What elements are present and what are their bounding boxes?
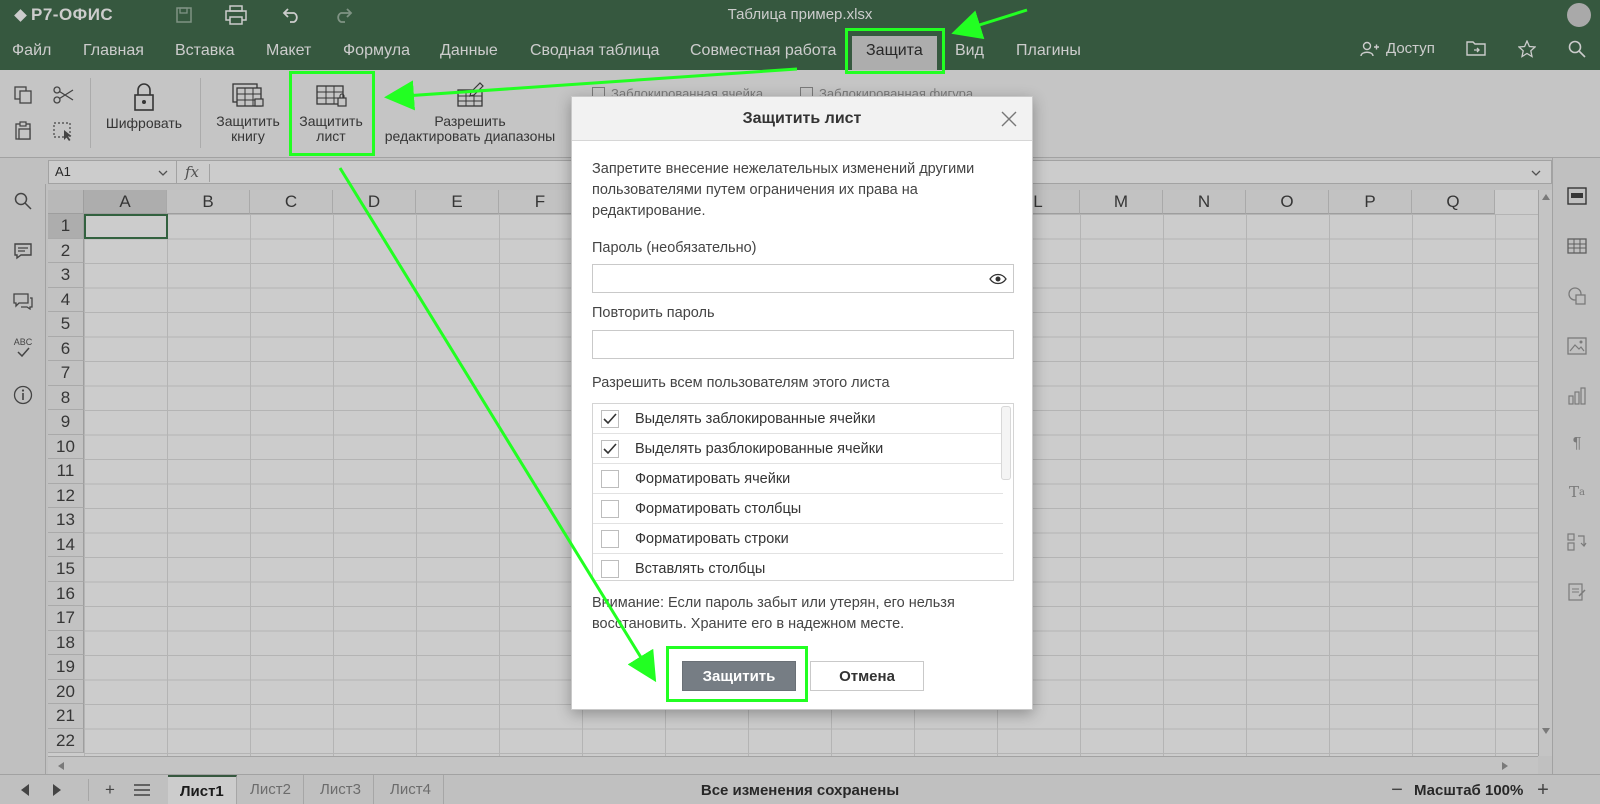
permissions-list[interactable]: Выделять заблокированные ячейки Выделять… xyxy=(592,403,1014,581)
permission-label: Форматировать строки xyxy=(635,530,789,547)
repeat-password-label: Повторить пароль xyxy=(592,305,715,321)
permission-label: Форматировать столбцы xyxy=(635,500,802,517)
checkbox[interactable] xyxy=(601,469,619,488)
checkmark-icon xyxy=(603,412,617,424)
protect-sheet-dialog: Защитить лист Запретите внесение нежелат… xyxy=(571,96,1033,710)
permission-label: Форматировать ячейки xyxy=(635,470,791,487)
checkbox[interactable] xyxy=(601,499,619,518)
checkbox[interactable] xyxy=(601,529,619,548)
password-label: Пароль (необязательно) xyxy=(592,240,757,256)
checkbox[interactable] xyxy=(601,559,619,578)
permission-item[interactable]: Вставлять столбцы xyxy=(593,554,1003,580)
permission-item[interactable]: Форматировать столбцы xyxy=(593,494,1003,524)
cancel-button[interactable]: Отмена xyxy=(810,661,924,691)
permission-label: Вставлять столбцы xyxy=(635,560,766,577)
close-icon[interactable] xyxy=(1000,110,1018,128)
checkbox[interactable] xyxy=(601,439,619,458)
permission-item[interactable]: Форматировать строки xyxy=(593,524,1003,554)
permissions-scrollbar[interactable] xyxy=(1001,406,1011,480)
permission-item[interactable]: Выделять заблокированные ячейки xyxy=(593,404,1003,434)
permission-item[interactable]: Выделять разблокированные ячейки xyxy=(593,434,1003,464)
permission-label: Выделять заблокированные ячейки xyxy=(635,410,876,427)
permission-item[interactable]: Форматировать ячейки xyxy=(593,464,1003,494)
permission-label: Выделять разблокированные ячейки xyxy=(635,440,884,457)
dialog-title: Защитить лист xyxy=(572,97,1032,141)
protect-button[interactable]: Защитить xyxy=(682,661,796,691)
checkbox[interactable] xyxy=(601,409,619,428)
password-warning: Внимание: Если пароль забыт или утерян, … xyxy=(592,595,955,632)
password-field[interactable] xyxy=(592,264,1014,293)
permissions-label: Разрешить всем пользователям этого листа xyxy=(592,375,890,391)
checkmark-icon xyxy=(603,442,617,454)
eye-icon[interactable] xyxy=(989,271,1007,287)
dialog-description: Запретите внесение нежелательных изменен… xyxy=(592,161,975,219)
repeat-password-field[interactable] xyxy=(592,330,1014,359)
